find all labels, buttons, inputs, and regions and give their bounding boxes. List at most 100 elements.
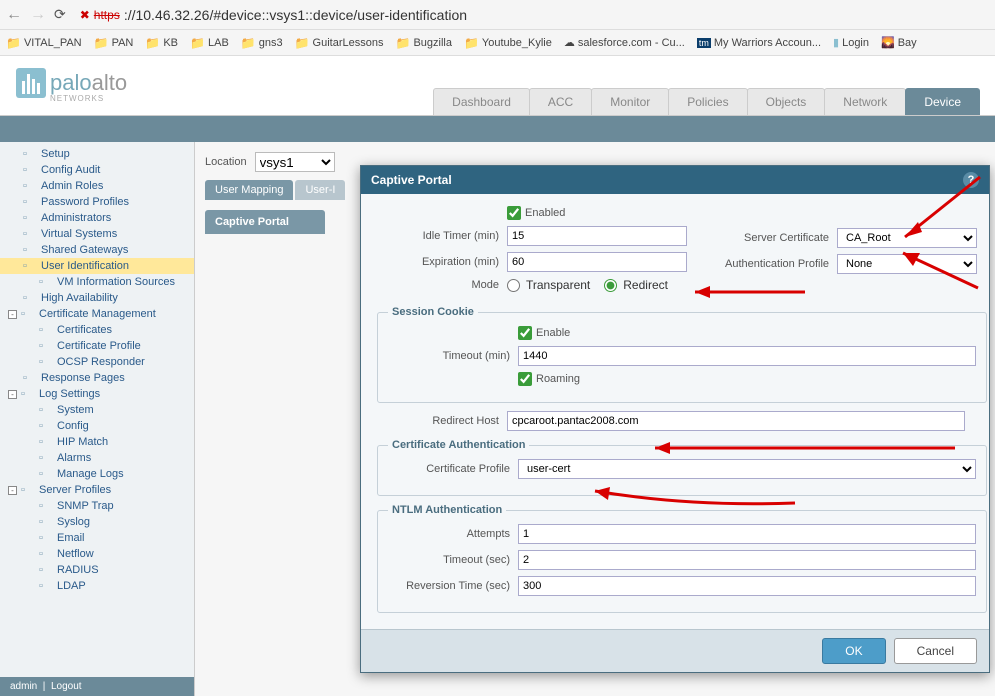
tree-node-icon: ▫ bbox=[23, 196, 37, 208]
sidebar[interactable]: ▫Setup▫Config Audit▫Admin Roles▫Password… bbox=[0, 142, 195, 696]
help-icon[interactable]: ? bbox=[963, 172, 979, 188]
tab-monitor[interactable]: Monitor bbox=[591, 88, 669, 115]
ntlm-reversion-input[interactable] bbox=[518, 576, 976, 596]
sidebar-item[interactable]: ▫Config bbox=[0, 418, 194, 434]
enabled-checkbox[interactable] bbox=[507, 206, 521, 220]
sidebar-item[interactable]: ▫Alarms bbox=[0, 450, 194, 466]
sidebar-item[interactable]: ▫Response Pages bbox=[0, 370, 194, 386]
session-enable-checkbox[interactable] bbox=[518, 326, 532, 340]
bookmark-item[interactable]: 📁Youtube_Kylie bbox=[464, 36, 552, 50]
subtab-user-mapping[interactable]: User Mapping bbox=[205, 180, 293, 200]
sidebar-item[interactable]: -▫Log Settings bbox=[0, 386, 194, 402]
sidebar-item[interactable]: ▫Administrators bbox=[0, 210, 194, 226]
cancel-button[interactable]: Cancel bbox=[894, 638, 977, 664]
sidebar-item-label: SNMP Trap bbox=[57, 500, 114, 512]
sidebar-item[interactable]: ▫RADIUS bbox=[0, 562, 194, 578]
logout-link[interactable]: Logout bbox=[51, 681, 82, 692]
bookmark-item[interactable]: 🌄Bay bbox=[881, 36, 917, 49]
location-select[interactable]: vsys1 bbox=[255, 152, 335, 172]
sidebar-item-label: Config Audit bbox=[41, 164, 100, 176]
bookmark-item[interactable]: 📁gns3 bbox=[241, 36, 283, 50]
sidebar-item[interactable]: ▫User Identification bbox=[0, 258, 194, 274]
site-icon: ▮ bbox=[833, 36, 839, 49]
bookmark-item[interactable]: tmMy Warriors Accoun... bbox=[697, 37, 821, 49]
tree-toggle-icon[interactable]: - bbox=[8, 486, 17, 495]
sidebar-item[interactable]: -▫Certificate Management bbox=[0, 306, 194, 322]
sidebar-item[interactable]: ▫Syslog bbox=[0, 514, 194, 530]
redirect-host-input[interactable] bbox=[507, 411, 965, 431]
tab-acc[interactable]: ACC bbox=[529, 88, 592, 115]
sidebar-item[interactable]: ▫SNMP Trap bbox=[0, 498, 194, 514]
sidebar-item[interactable]: ▫Shared Gateways bbox=[0, 242, 194, 258]
sidebar-item[interactable]: ▫Certificate Profile bbox=[0, 338, 194, 354]
sidebar-item[interactable]: ▫LDAP bbox=[0, 578, 194, 594]
mode-redirect-radio[interactable] bbox=[604, 279, 617, 292]
bookmark-item[interactable]: 📁PAN bbox=[94, 36, 134, 50]
sidebar-item[interactable]: ▫VM Information Sources bbox=[0, 274, 194, 290]
sidebar-item[interactable]: ▫Setup bbox=[0, 146, 194, 162]
sidebar-item[interactable]: ▫HIP Match bbox=[0, 434, 194, 450]
reload-button[interactable]: ⟳ bbox=[54, 6, 66, 23]
tree-node-icon: ▫ bbox=[39, 420, 53, 432]
tab-policies[interactable]: Policies bbox=[668, 88, 747, 115]
sidebar-item[interactable]: ▫High Availability bbox=[0, 290, 194, 306]
dialog-title-bar[interactable]: Captive Portal ? bbox=[361, 166, 989, 194]
ok-button[interactable]: OK bbox=[822, 638, 885, 664]
sidebar-item-label: Shared Gateways bbox=[41, 244, 128, 256]
bookmark-item[interactable]: 📁KB bbox=[145, 36, 178, 50]
sidebar-item[interactable]: ▫OCSP Responder bbox=[0, 354, 194, 370]
bookmark-item[interactable]: 📁LAB bbox=[190, 36, 229, 50]
sidebar-item-label: Email bbox=[57, 532, 85, 544]
bookmarks-bar: 📁VITAL_PAN 📁PAN 📁KB 📁LAB 📁gns3 📁GuitarLe… bbox=[0, 30, 995, 56]
auth-profile-select[interactable]: None bbox=[837, 254, 977, 274]
expiration-label: Expiration (min) bbox=[377, 256, 507, 268]
sidebar-item[interactable]: ▫Manage Logs bbox=[0, 466, 194, 482]
ntlm-attempts-input[interactable] bbox=[518, 524, 976, 544]
tree-toggle-icon[interactable]: - bbox=[8, 310, 17, 319]
forward-button[interactable]: → bbox=[30, 6, 46, 24]
tree-node-icon: ▫ bbox=[39, 532, 53, 544]
bookmark-item[interactable]: 📁VITAL_PAN bbox=[6, 36, 82, 50]
tree-node-icon: ▫ bbox=[39, 340, 53, 352]
sidebar-item[interactable]: -▫Server Profiles bbox=[0, 482, 194, 498]
tab-device[interactable]: Device bbox=[905, 88, 980, 115]
sidebar-item-label: Certificate Management bbox=[39, 308, 156, 320]
sidebar-item[interactable]: ▫Password Profiles bbox=[0, 194, 194, 210]
idle-timer-input[interactable] bbox=[507, 226, 687, 246]
sidebar-item[interactable]: ▫ Email bbox=[0, 530, 194, 546]
tab-network[interactable]: Network bbox=[824, 88, 906, 115]
ntlm-timeout-input[interactable] bbox=[518, 550, 976, 570]
folder-icon: 📁 bbox=[464, 36, 479, 50]
sidebar-item[interactable]: ▫Netflow bbox=[0, 546, 194, 562]
cert-profile-select[interactable]: user-cert bbox=[518, 459, 976, 479]
bookmark-item[interactable]: ☁salesforce.com - Cu... bbox=[564, 36, 685, 49]
server-cert-select[interactable]: CA_Root bbox=[837, 228, 977, 248]
sidebar-item[interactable]: ▫System bbox=[0, 402, 194, 418]
bookmark-item[interactable]: ▮Login bbox=[833, 36, 869, 49]
tree-node-icon: ▫ bbox=[39, 452, 53, 464]
tree-node-icon: ▫ bbox=[23, 292, 37, 304]
sidebar-item[interactable]: ▫Config Audit bbox=[0, 162, 194, 178]
mode-transparent-radio[interactable] bbox=[507, 279, 520, 292]
ntlm-fieldset: NTLM Authentication Attempts Timeout (se… bbox=[377, 504, 987, 613]
sidebar-item-label: LDAP bbox=[57, 580, 86, 592]
cert-auth-legend: Certificate Authentication bbox=[388, 439, 529, 451]
sidebar-item-label: RADIUS bbox=[57, 564, 99, 576]
back-button[interactable]: ← bbox=[6, 6, 22, 24]
captive-portal-panel-header[interactable]: Captive Portal bbox=[205, 210, 325, 234]
session-timeout-input[interactable] bbox=[518, 346, 976, 366]
tab-objects[interactable]: Objects bbox=[747, 88, 826, 115]
sidebar-item[interactable]: ▫Certificates bbox=[0, 322, 194, 338]
expiration-input[interactable] bbox=[507, 252, 687, 272]
subtab-user-i[interactable]: User-I bbox=[295, 180, 345, 200]
mode-label: Mode bbox=[377, 279, 507, 291]
sidebar-item[interactable]: ▫Virtual Systems bbox=[0, 226, 194, 242]
sidebar-item[interactable]: ▫Admin Roles bbox=[0, 178, 194, 194]
tree-toggle-icon[interactable]: - bbox=[8, 390, 17, 399]
bookmark-item[interactable]: 📁GuitarLessons bbox=[295, 36, 384, 50]
tab-dashboard[interactable]: Dashboard bbox=[433, 88, 530, 115]
sidebar-item-label: Netflow bbox=[57, 548, 94, 560]
roaming-checkbox[interactable] bbox=[518, 372, 532, 386]
bookmark-item[interactable]: 📁Bugzilla bbox=[395, 36, 451, 50]
url-bar[interactable]: ✖ https ://10.46.32.26/#device::vsys1::d… bbox=[74, 7, 989, 23]
